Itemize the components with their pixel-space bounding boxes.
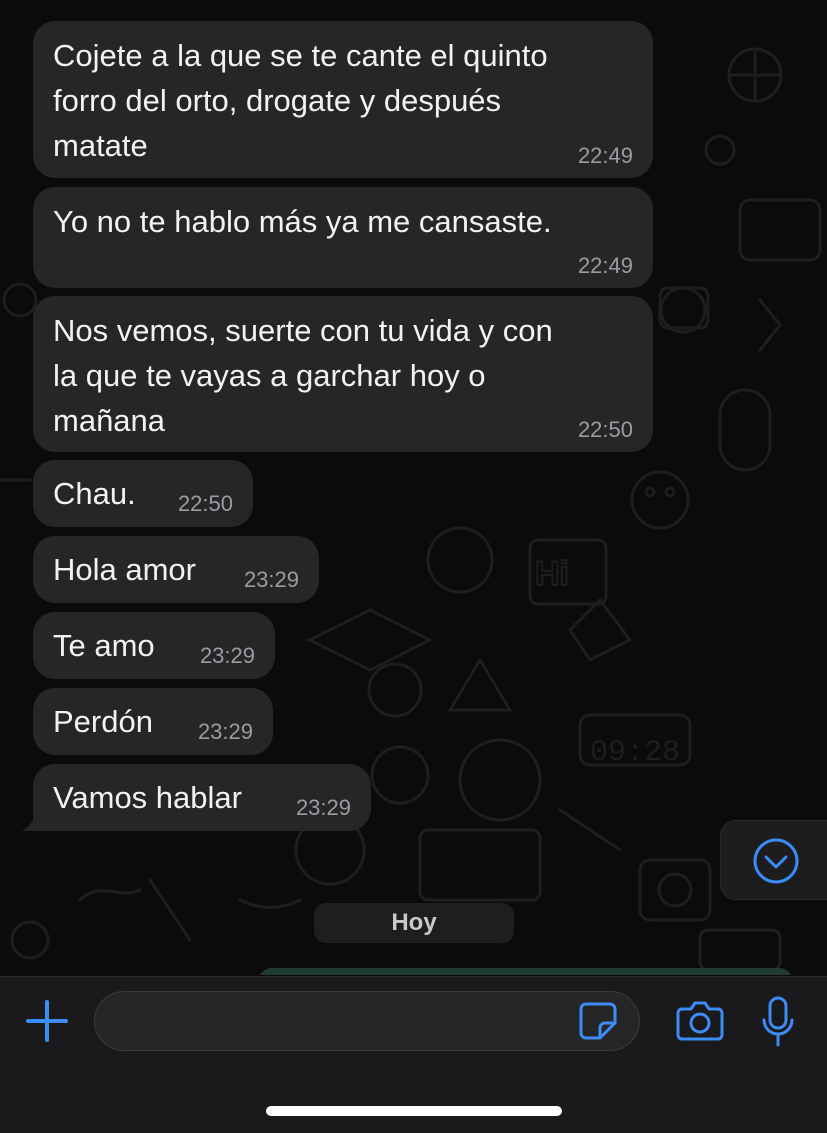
camera-icon[interactable]: [676, 998, 724, 1042]
message-text: Vamos hablar: [53, 780, 242, 815]
background-clock-doodle: 09:28: [590, 736, 680, 770]
message-input[interactable]: [94, 991, 640, 1051]
message-time: 23:29: [197, 719, 253, 744]
message-text: Cojete a la que se te cante el quinto fo…: [53, 38, 548, 163]
message-time: 23:29: [199, 643, 255, 668]
message-bubble[interactable]: Perdón 23:29: [33, 688, 273, 755]
message-bubble[interactable]: Yo no te hablo más ya me cansaste. 22:49: [33, 187, 653, 288]
message-time: 23:29: [243, 567, 299, 592]
home-indicator: [266, 1106, 562, 1116]
plus-icon[interactable]: [26, 1000, 68, 1042]
message-bubble[interactable]: Nos vemos, suerte con tu vida y con la q…: [33, 296, 653, 452]
message-bubble[interactable]: Cojete a la que se te cante el quinto fo…: [33, 21, 653, 178]
outgoing-bubble-peek: [258, 968, 793, 975]
sticker-icon[interactable]: [578, 1001, 618, 1041]
message-text: Nos vemos, suerte con tu vida y con la q…: [53, 313, 553, 438]
message-text: Hola amor: [53, 552, 196, 587]
message-time: 23:29: [295, 795, 351, 820]
message-time: 22:50: [577, 417, 633, 442]
chat-background: 09:28 Hi Cojete a la que se te cante el …: [0, 0, 827, 975]
message-bubble[interactable]: Hola amor 23:29: [33, 536, 319, 603]
message-text: Te amo: [53, 628, 155, 663]
background-hi-doodle: Hi: [535, 555, 569, 593]
message-bubble[interactable]: Chau. 22:50: [33, 460, 253, 527]
message-time: 22:50: [177, 491, 233, 516]
microphone-icon[interactable]: [761, 996, 795, 1048]
bubble-tail: [22, 795, 44, 831]
day-separator: Hoy: [314, 903, 514, 943]
chevron-down-circle-icon: [753, 838, 799, 884]
message-time: 22:49: [577, 143, 633, 168]
message-text: Perdón: [53, 704, 153, 739]
message-text: Yo no te hablo más ya me cansaste.: [53, 204, 552, 239]
scroll-to-bottom-button[interactable]: [720, 820, 827, 900]
message-bubble[interactable]: Vamos hablar 23:29: [33, 764, 371, 831]
message-time: 22:49: [577, 253, 633, 278]
message-text: Chau.: [53, 476, 136, 511]
message-bubble[interactable]: Te amo 23:29: [33, 612, 275, 679]
